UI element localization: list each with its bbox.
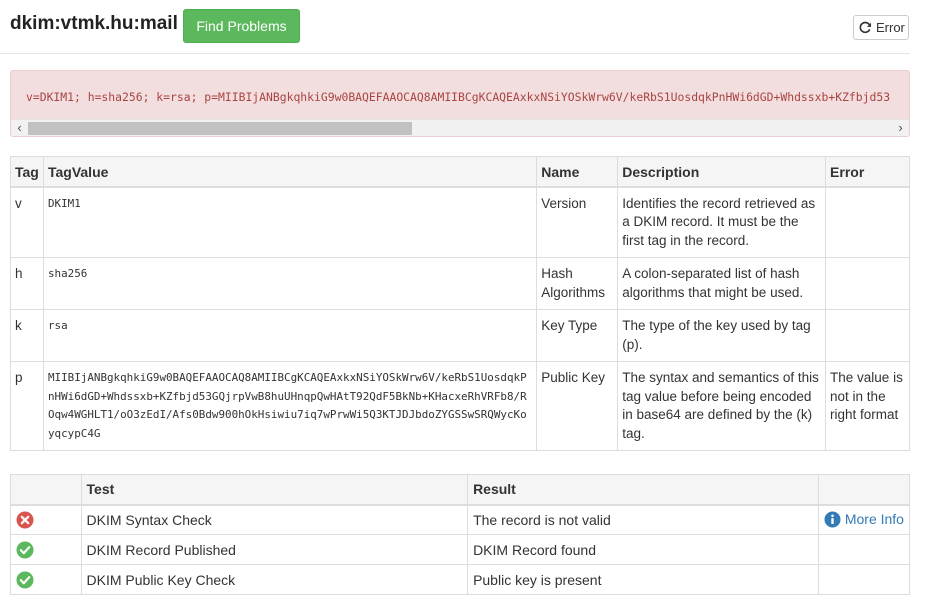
tag-table: Tag TagValue Name Description Error v DK… — [10, 156, 910, 451]
test-results-table: Test Result DKIM Syntax Check The record… — [10, 474, 911, 595]
error-button-label: Error — [876, 20, 905, 35]
test-name-cell: DKIM Public Key Check — [80, 564, 469, 595]
tag-value-cell: MIIBIjANBgkqhkiG9w0BAQEFAAOCAQ8AMIIBCgKC… — [42, 361, 538, 451]
status-cell — [10, 504, 82, 535]
horizontal-scrollbar[interactable]: ‹ › — [11, 119, 909, 136]
tag-value-cell: rsa — [42, 309, 538, 362]
test-result-cell: The record is not valid — [467, 504, 819, 535]
tag-table-header-row: Tag TagValue Name Description Error — [10, 156, 910, 188]
dkim-record-box: v=DKIM1; h=sha256; k=rsa; p=MIIBIjANBgkq… — [10, 70, 910, 137]
tag-name-cell: Version — [536, 186, 619, 258]
tag-name-cell: Key Type — [536, 309, 619, 362]
info-circle-icon — [824, 511, 841, 528]
table-row: DKIM Public Key Check Public key is pres… — [10, 564, 911, 595]
status-cell — [10, 564, 82, 595]
test-result-cell: Public key is present — [467, 564, 819, 595]
table-row: DKIM Syntax Check The record is not vali… — [10, 504, 911, 535]
tag-cell: k — [10, 309, 44, 362]
tag-value-cell: sha256 — [42, 257, 538, 310]
column-header-name: Name — [536, 156, 619, 188]
table-row: v DKIM1 Version Identifies the record re… — [10, 186, 910, 258]
action-cell — [817, 534, 911, 565]
scroll-right-arrow[interactable]: › — [892, 120, 909, 136]
dkim-record-text: v=DKIM1; h=sha256; k=rsa; p=MIIBIjANBgkq… — [26, 90, 891, 104]
column-header-error: Error — [825, 156, 910, 188]
page-title: dkim:vtmk.hu:mail — [10, 13, 178, 34]
page-header: dkim:vtmk.hu:mail Find Problems Error — [0, 0, 910, 54]
check-circle-icon — [16, 541, 34, 559]
tag-description-cell: The syntax and semantics of this tag val… — [617, 361, 827, 451]
tag-description-cell: A colon-separated list of hash algorithm… — [617, 257, 827, 310]
column-header-tagvalue: TagValue — [42, 156, 538, 188]
test-table-header-row: Test Result — [10, 474, 911, 506]
tag-value-cell: DKIM1 — [42, 186, 538, 258]
tag-error-cell: The value is not in the right format — [825, 361, 910, 451]
tag-error-cell — [825, 257, 910, 310]
test-name-cell: DKIM Syntax Check — [80, 504, 469, 535]
table-row: p MIIBIjANBgkqhkiG9w0BAQEFAAOCAQ8AMIIBCg… — [10, 361, 910, 451]
tag-description-cell: Identifies the record retrieved as a DKI… — [617, 186, 827, 258]
tag-cell: p — [10, 361, 44, 451]
tag-name-cell: Hash Algorithms — [536, 257, 619, 310]
test-name-cell: DKIM Record Published — [80, 534, 469, 565]
action-cell — [817, 564, 911, 595]
column-header-description: Description — [617, 156, 827, 188]
check-circle-icon — [16, 571, 34, 589]
tag-cell: v — [10, 186, 44, 258]
tag-description-cell: The type of the key used by tag (p). — [617, 309, 827, 362]
tag-name-cell: Public Key — [536, 361, 619, 451]
table-row: h sha256 Hash Algorithms A colon-separat… — [10, 257, 910, 310]
table-row: DKIM Record Published DKIM Record found — [10, 534, 911, 565]
tag-error-cell — [825, 186, 910, 258]
column-header-action — [817, 474, 911, 506]
tag-cell: h — [10, 257, 44, 310]
scroll-thumb[interactable] — [28, 122, 412, 135]
test-result-cell: DKIM Record found — [467, 534, 819, 565]
action-cell: More Info — [817, 504, 911, 535]
column-header-test: Test — [80, 474, 469, 506]
x-circle-icon — [16, 511, 34, 529]
status-cell — [10, 534, 82, 565]
column-header-status — [10, 474, 82, 506]
column-header-result: Result — [467, 474, 819, 506]
table-row: k rsa Key Type The type of the key used … — [10, 309, 910, 362]
refresh-icon — [859, 21, 872, 34]
more-info-label: More Info — [844, 511, 904, 528]
more-info-link[interactable]: More Info — [824, 511, 904, 528]
column-header-tag: Tag — [10, 156, 44, 188]
error-button[interactable]: Error — [853, 15, 909, 40]
find-problems-button[interactable]: Find Problems — [183, 9, 300, 43]
scroll-left-arrow[interactable]: ‹ — [11, 120, 28, 136]
tag-error-cell — [825, 309, 910, 362]
